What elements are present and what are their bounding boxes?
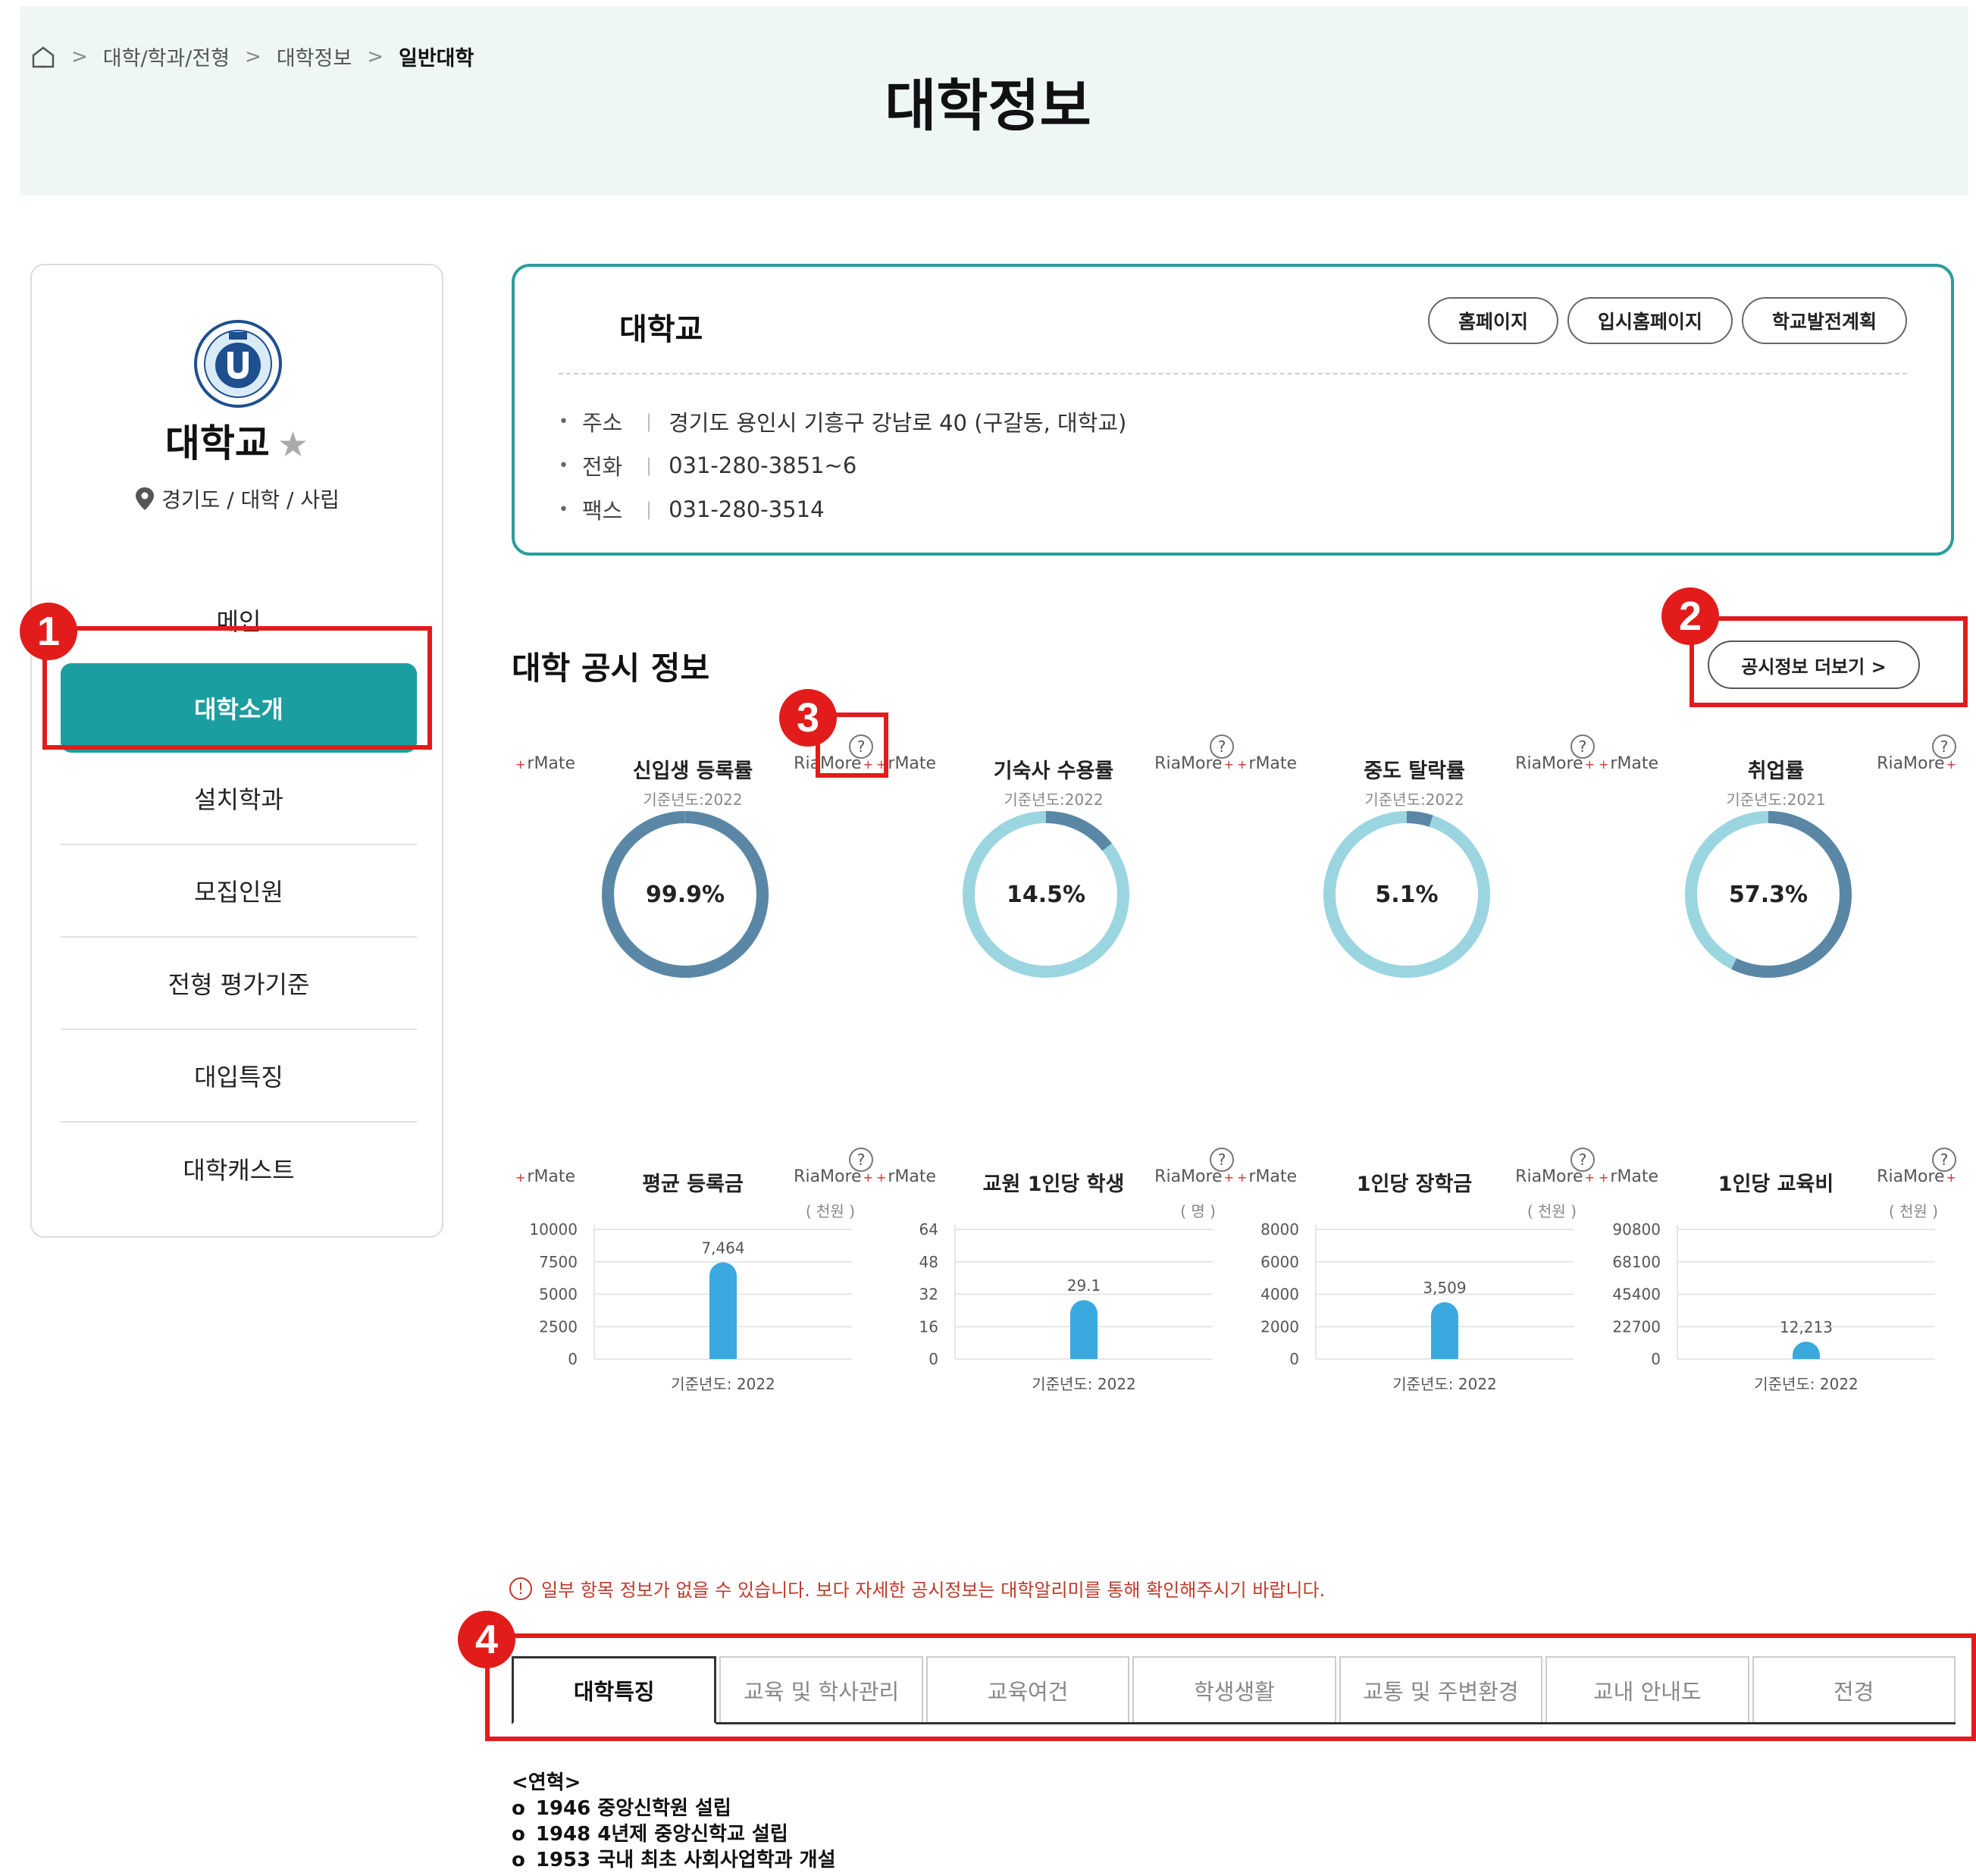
stat-year: 기준년도:2021 [1726, 791, 1826, 809]
y-tick-label: 16 [919, 1317, 938, 1336]
y-tick-label: 48 [919, 1253, 938, 1271]
donut-value-label: 5.1% [1375, 881, 1439, 908]
info-row-fax: • 팩스 | 031-280-3514 [559, 496, 825, 524]
y-tick-label: 45400 [1612, 1286, 1661, 1304]
stat-title: 기숙사 수용률 [993, 759, 1114, 783]
y-tick-label: 0 [1651, 1350, 1661, 1368]
link-buttons: 홈페이지 입시홈페이지 학교발전계획 [1427, 297, 1907, 344]
bar [1793, 1341, 1820, 1359]
sidebar-item-features[interactable]: 대입특징 [61, 1030, 417, 1123]
donut-value-label: 99.9% [645, 881, 725, 908]
bar-value-label: 29.1 [1067, 1276, 1101, 1295]
stat-title: 취업률 [1747, 759, 1805, 783]
favorite-star-icon[interactable]: ★ [277, 424, 308, 465]
y-tick-label: 64 [919, 1220, 938, 1239]
warning-icon: ! [509, 1577, 532, 1600]
annotation-number-1: 1 [20, 603, 77, 660]
y-tick-label: 0 [1289, 1350, 1299, 1368]
info-row-phone: • 전화 | 031-280-3851~6 [559, 453, 857, 480]
bar [1431, 1301, 1458, 1359]
annotation-number-4: 4 [458, 1611, 515, 1668]
y-tick-label: 10000 [529, 1220, 578, 1239]
annotation-box-1 [42, 626, 432, 750]
y-tick-label: 8000 [1260, 1220, 1299, 1239]
divider [559, 373, 1907, 374]
y-tick-label: 22700 [1612, 1317, 1661, 1336]
x-category-label: 기준년도: 2022 [671, 1375, 775, 1393]
y-tick-label: 6000 [1260, 1253, 1299, 1271]
bar-value-label: 7,464 [701, 1239, 744, 1257]
sidebar-item-departments[interactable]: 설치학과 [61, 753, 417, 845]
y-tick-label: 32 [919, 1286, 938, 1304]
bar-chart: 10000 7500 5000 2500 0 7,464 기준년도: 2022 [529, 1220, 852, 1393]
info-row-address: • 주소 | 경기도 용인시 기흥구 강남로 40 (구갈동, 대학교) [559, 410, 1127, 436]
stat-year: 기준년도:2022 [1004, 791, 1104, 809]
donut-value-label: 14.5% [1006, 881, 1086, 908]
y-tick-label: 2000 [1260, 1317, 1299, 1336]
y-tick-label: 90800 [1612, 1220, 1661, 1239]
university-info-card: 대학교 홈페이지 입시홈페이지 학교발전계획 • 주소 | 경기도 용인시 기흥구 강… [512, 264, 1954, 556]
bar-chart: 8000 6000 4000 2000 0 3,509 기준년도: 2022 [1260, 1220, 1574, 1393]
y-tick-label: 2500 [539, 1317, 578, 1336]
y-tick-label: 0 [568, 1350, 578, 1368]
university-name: 대학교 ★ [164, 421, 309, 465]
y-tick-label: 5000 [539, 1286, 578, 1304]
bar-value-label: 3,509 [1423, 1279, 1466, 1297]
y-tick-label: 0 [929, 1350, 938, 1368]
donut-value-label: 57.3% [1728, 881, 1808, 908]
stat-year: 기준년도:2022 [643, 791, 743, 809]
location-pin-icon [136, 487, 155, 510]
university-logo [194, 320, 282, 408]
history-item: 1948 4년제 중앙신학교 설립 [512, 1821, 836, 1847]
annotation-number-2: 2 [1661, 587, 1719, 645]
y-tick-label: 7500 [539, 1253, 578, 1271]
x-category-label: 기준년도: 2022 [1754, 1375, 1859, 1393]
annotation-number-3: 3 [779, 689, 837, 747]
sidebar: 대학교 ★ 경기도 / 대학 / 사립 메인 대학소개 설치학과 모집인원 전형 … [30, 264, 443, 1238]
bar-value-label: 12,213 [1780, 1318, 1833, 1336]
history: <연혁> 1946 중앙신학원 설립 1948 4년제 중앙신학교 설립 195… [512, 1770, 836, 1873]
page-title: 대학정보 [885, 74, 1091, 139]
stat-year: 기준년도:2022 [1364, 791, 1464, 809]
annotation-box-4 [485, 1633, 1976, 1741]
x-category-label: 기준년도: 2022 [1032, 1375, 1136, 1393]
university-location: 경기도 / 대학 / 사립 [32, 484, 442, 514]
section-title: 대학 공시 정보 [512, 650, 710, 687]
stat-title: 중도 탈락률 [1364, 759, 1465, 783]
homepage-button[interactable]: 홈페이지 [1427, 297, 1558, 344]
notice: ! 일부 항목 정보가 없을 수 있습니다. 보다 자세한 공시정보는 대학알리미… [509, 1575, 1325, 1602]
sidebar-item-recruitment[interactable]: 모집인원 [61, 845, 417, 938]
annotation-box-2 [1689, 616, 1968, 707]
x-category-label: 기준년도: 2022 [1392, 1375, 1497, 1393]
y-tick-label: 4000 [1260, 1286, 1299, 1304]
bar [1070, 1300, 1098, 1359]
bar-chart: 64 48 32 16 0 29.1 기준년도: 2022 [919, 1220, 1213, 1393]
development-plan-button[interactable]: 학교발전계획 [1741, 297, 1907, 344]
info-rows: • 주소 | 경기도 용인시 기흥구 강남로 40 (구갈동, 대학교) • 전화 | 03… [559, 399, 1126, 531]
history-item: 1953 국내 최초 사회사업학과 개설 [512, 1847, 836, 1873]
info-university-name: 대학교 [619, 312, 703, 347]
admission-homepage-button[interactable]: 입시홈페이지 [1567, 297, 1733, 344]
history-item: 1946 중앙신학원 설립 [512, 1796, 836, 1821]
sidebar-item-criteria[interactable]: 전형 평가기준 [61, 938, 417, 1030]
history-title: <연혁> [512, 1771, 581, 1794]
y-tick-label: 68100 [1612, 1253, 1661, 1271]
bar [709, 1262, 737, 1359]
sidebar-item-cast[interactable]: 대학캐스트 [61, 1123, 417, 1215]
bar-chart: 90800 68100 45400 22700 0 12,213 기준년도: 2022 [1612, 1220, 1935, 1393]
